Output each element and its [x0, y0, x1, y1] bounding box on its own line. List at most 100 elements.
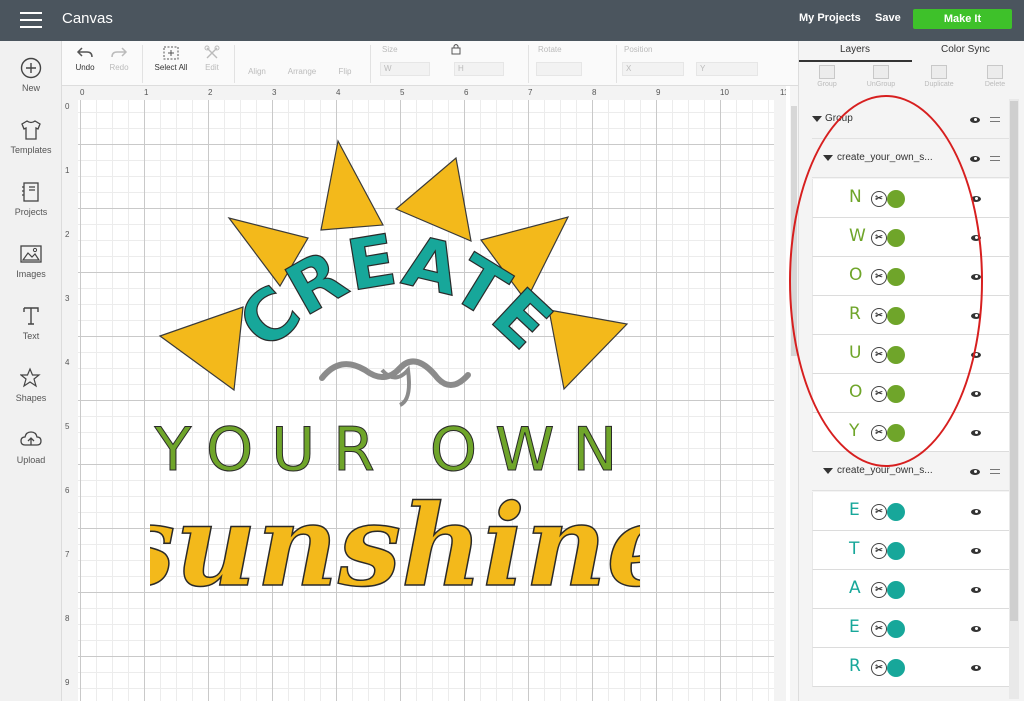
- caret-down-icon[interactable]: [812, 116, 822, 122]
- active-tab-indicator: [799, 60, 912, 62]
- sidebar-item-new[interactable]: New: [0, 57, 62, 93]
- eye-icon[interactable]: [971, 196, 981, 202]
- color-swatch[interactable]: [887, 542, 905, 560]
- align-button[interactable]: Align: [242, 67, 272, 76]
- sidebar-item-images[interactable]: Images: [0, 243, 62, 279]
- sidebar-item-shapes[interactable]: Shapes: [0, 367, 62, 403]
- drag-handle-icon[interactable]: [990, 469, 1000, 474]
- toolbar-divider: [142, 45, 143, 83]
- panel-tabs: Layers Color Sync: [799, 41, 1024, 62]
- eye-icon[interactable]: [971, 665, 981, 671]
- color-swatch[interactable]: [887, 190, 905, 208]
- eye-icon[interactable]: [971, 235, 981, 241]
- subgroup-row[interactable]: create_your_own_s...: [812, 140, 1009, 178]
- layer-row[interactable]: R ✂: [812, 296, 1009, 335]
- eye-icon[interactable]: [970, 117, 980, 123]
- layer-row[interactable]: E ✂: [812, 609, 1009, 648]
- sidebar-item-templates[interactable]: Templates: [0, 119, 62, 155]
- layer-row[interactable]: O ✂: [812, 257, 1009, 296]
- group-row[interactable]: Group: [812, 101, 1009, 139]
- duplicate-button[interactable]: Duplicate: [919, 65, 959, 88]
- layer-row[interactable]: R ✂: [812, 648, 1009, 687]
- sunshine-design[interactable]: CREATE YOUR OWN sunshine: [150, 130, 640, 620]
- sidebar-item-projects[interactable]: Projects: [0, 181, 62, 217]
- color-swatch[interactable]: [887, 385, 905, 403]
- eye-icon[interactable]: [971, 509, 981, 515]
- redo-button[interactable]: Redo: [106, 45, 132, 72]
- menu-icon[interactable]: [20, 12, 42, 28]
- height-input[interactable]: H: [454, 62, 504, 76]
- flip-button[interactable]: Flip: [332, 67, 358, 76]
- ruler-number: 8: [592, 88, 597, 97]
- tab-color-sync[interactable]: Color Sync: [941, 44, 990, 55]
- undo-button[interactable]: Undo: [72, 45, 98, 72]
- sidebar-item-text[interactable]: Text: [0, 305, 62, 341]
- eye-icon[interactable]: [971, 548, 981, 554]
- notebook-icon: [22, 182, 39, 202]
- save-button[interactable]: Save: [875, 12, 901, 24]
- group-button[interactable]: Group: [807, 65, 847, 88]
- ruler-number: 7: [65, 550, 70, 559]
- layer-row[interactable]: N ✂: [812, 179, 1009, 218]
- delete-button[interactable]: Delete: [975, 65, 1015, 88]
- x-input[interactable]: X: [622, 62, 684, 76]
- scrollbar-thumb[interactable]: [791, 106, 797, 356]
- tab-layers[interactable]: Layers: [840, 44, 870, 55]
- eye-icon[interactable]: [970, 469, 980, 475]
- layer-glyph: T: [849, 539, 860, 559]
- canvas-scrollbar[interactable]: [790, 86, 798, 701]
- eye-icon[interactable]: [971, 274, 981, 280]
- eye-icon[interactable]: [971, 587, 981, 593]
- rotate-input[interactable]: [536, 62, 582, 76]
- color-swatch[interactable]: [887, 268, 905, 286]
- caret-down-icon[interactable]: [823, 155, 833, 161]
- eye-icon[interactable]: [971, 430, 981, 436]
- color-swatch[interactable]: [887, 346, 905, 364]
- width-input[interactable]: W: [380, 62, 430, 76]
- my-projects-link[interactable]: My Projects: [799, 12, 861, 24]
- ungroup-button[interactable]: UnGroup: [861, 65, 901, 88]
- select-all-icon: [163, 46, 179, 60]
- lock-icon[interactable]: [450, 43, 462, 55]
- plus-circle-icon: [20, 57, 42, 79]
- y-input[interactable]: Y: [696, 62, 758, 76]
- drag-handle-icon[interactable]: [990, 156, 1000, 161]
- color-swatch[interactable]: [887, 229, 905, 247]
- ruler-number: 0: [65, 102, 70, 111]
- drag-handle-icon[interactable]: [990, 117, 1000, 122]
- make-it-button[interactable]: Make It: [913, 9, 1012, 29]
- subgroup-row[interactable]: create_your_own_s...: [812, 453, 1009, 491]
- layer-glyph: E: [849, 500, 860, 520]
- layer-row[interactable]: A ✂: [812, 570, 1009, 609]
- color-swatch[interactable]: [887, 307, 905, 325]
- edit-button[interactable]: Edit: [196, 45, 228, 72]
- select-all-button[interactable]: Select All: [150, 45, 192, 72]
- eye-icon[interactable]: [971, 313, 981, 319]
- color-swatch[interactable]: [887, 581, 905, 599]
- layer-row[interactable]: Y ✂: [812, 413, 1009, 452]
- ruler-number: 7: [528, 88, 533, 97]
- sidebar-item-upload[interactable]: Upload: [0, 429, 62, 465]
- eye-icon[interactable]: [971, 391, 981, 397]
- color-swatch[interactable]: [887, 503, 905, 521]
- layer-row[interactable]: E ✂: [812, 492, 1009, 531]
- color-swatch[interactable]: [887, 659, 905, 677]
- eye-icon[interactable]: [971, 352, 981, 358]
- layer-glyph: R: [849, 304, 861, 324]
- sunshine-text: sunshine: [150, 481, 640, 612]
- color-swatch[interactable]: [887, 424, 905, 442]
- layer-row[interactable]: U ✂: [812, 335, 1009, 374]
- color-swatch[interactable]: [887, 620, 905, 638]
- rotate-label: Rotate: [538, 45, 562, 54]
- layer-row[interactable]: O ✂: [812, 374, 1009, 413]
- caret-down-icon[interactable]: [823, 468, 833, 474]
- layer-row[interactable]: T ✂: [812, 531, 1009, 570]
- layers-scrollbar[interactable]: [1009, 99, 1019, 699]
- eye-icon[interactable]: [970, 156, 980, 162]
- scrollbar-thumb[interactable]: [1010, 101, 1018, 621]
- layer-row[interactable]: W ✂: [812, 218, 1009, 257]
- sun-ray: [158, 306, 244, 392]
- eye-icon[interactable]: [971, 626, 981, 632]
- undo-icon: [76, 47, 93, 58]
- arrange-button[interactable]: Arrange: [282, 67, 322, 76]
